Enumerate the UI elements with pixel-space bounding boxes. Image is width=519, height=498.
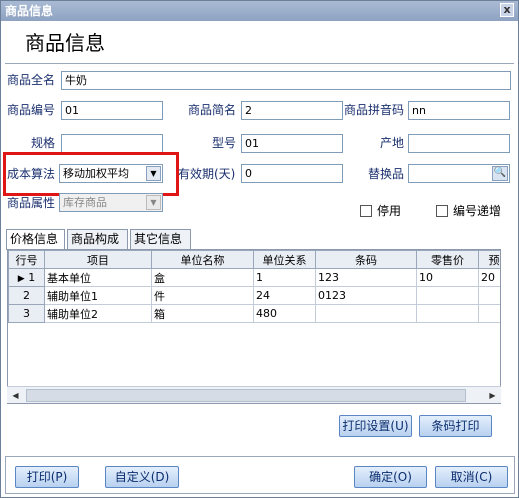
column-header[interactable]: 单位名称: [151, 250, 254, 269]
row-number: 1: [28, 271, 36, 284]
row-number-cell: 2: [8, 286, 45, 305]
column-header[interactable]: 预设: [478, 250, 500, 269]
spec-label: 规格: [31, 136, 56, 150]
barcode-cell[interactable]: 123: [315, 268, 417, 287]
item-cell[interactable]: 辅助单位1: [44, 286, 152, 305]
row-number-cell: 3: [8, 304, 45, 323]
confirm-button[interactable]: 确定(O): [354, 466, 427, 488]
full-name-input[interactable]: 牛奶: [61, 71, 511, 90]
unit-relation-cell[interactable]: 24: [253, 286, 316, 305]
preset-cell[interactable]: [478, 286, 500, 305]
title-bar: 商品信息 x: [1, 1, 518, 21]
pinyin-input[interactable]: nn: [408, 101, 510, 120]
model-label: 型号: [212, 136, 237, 150]
attribute-value: 库存商品: [63, 196, 107, 209]
code-input[interactable]: 01: [61, 101, 163, 120]
retail-price-cell[interactable]: [416, 304, 479, 323]
substitute-label: 替换品: [368, 167, 405, 181]
shelf-life-label: 有效期(天): [178, 167, 236, 181]
preset-cell[interactable]: [478, 304, 500, 323]
column-header[interactable]: 单位关系: [253, 250, 316, 269]
disable-label: 停用: [377, 204, 402, 218]
product-info-window: 商品信息 x 商品信息 商品全名 牛奶 商品编号 01 商品简名 2 商品拼音码…: [0, 0, 519, 498]
search-icon[interactable]: 🔍: [492, 166, 508, 181]
barcode-cell[interactable]: 0123: [315, 286, 417, 305]
column-header[interactable]: 项目: [44, 250, 152, 269]
substitute-input[interactable]: 🔍: [408, 164, 510, 183]
attribute-label: 商品属性: [7, 196, 56, 210]
code-increment-checkbox[interactable]: [436, 205, 448, 217]
tab-product-composition[interactable]: 商品构成: [67, 229, 128, 249]
column-header[interactable]: 条码: [315, 250, 417, 269]
retail-price-cell[interactable]: [416, 286, 479, 305]
shelf-life-input[interactable]: 0: [241, 164, 343, 183]
print-button[interactable]: 打印(P): [15, 466, 79, 488]
scroll-left-icon[interactable]: ◀: [7, 387, 24, 404]
barcode-cell[interactable]: [315, 304, 417, 323]
cancel-button[interactable]: 取消(C): [435, 466, 508, 488]
horizontal-scrollbar[interactable]: ◀ ▶: [7, 386, 501, 403]
unit-name-cell[interactable]: 件: [151, 286, 254, 305]
unit-relation-cell[interactable]: 480: [253, 304, 316, 323]
row-number-cell: ▶ 1: [8, 268, 45, 287]
scroll-right-icon[interactable]: ▶: [484, 387, 501, 404]
customize-button[interactable]: 自定义(D): [105, 466, 179, 488]
tab-other-info[interactable]: 其它信息: [130, 229, 191, 249]
table-header-row: 行号 项目 单位名称 单位关系 条码 零售价 预设: [8, 250, 500, 269]
spec-input[interactable]: [61, 134, 163, 153]
close-icon[interactable]: x: [500, 3, 514, 17]
unit-name-cell[interactable]: 盒: [151, 268, 254, 287]
unit-name-cell[interactable]: 箱: [151, 304, 254, 323]
price-table: 行号 项目 单位名称 单位关系 条码 零售价 预设 ▶ 1 基本单位 盒 1 1…: [8, 250, 500, 323]
retail-price-cell[interactable]: 10: [416, 268, 479, 287]
short-name-input[interactable]: 2: [241, 101, 343, 120]
window-title: 商品信息: [5, 4, 54, 18]
column-header[interactable]: 零售价: [416, 250, 479, 269]
origin-input[interactable]: [408, 134, 510, 153]
origin-label: 产地: [380, 136, 405, 150]
attribute-select[interactable]: 库存商品 ▼: [59, 193, 163, 212]
heading-divider: [5, 63, 514, 64]
current-row-arrow-icon: ▶: [17, 274, 25, 284]
price-grid[interactable]: 行号 项目 单位名称 单位关系 条码 零售价 预设 ▶ 1 基本单位 盒 1 1…: [7, 249, 501, 404]
full-name-label: 商品全名: [7, 73, 56, 87]
unit-relation-cell[interactable]: 1: [253, 268, 316, 287]
code-label: 商品编号: [7, 103, 56, 117]
item-cell[interactable]: 基本单位: [44, 268, 152, 287]
barcode-print-button[interactable]: 条码打印: [419, 415, 492, 437]
table-row[interactable]: ▶ 1 基本单位 盒 1 123 10 20: [8, 268, 500, 287]
table-row[interactable]: 2 辅助单位1 件 24 0123: [8, 286, 500, 305]
dropdown-arrow-icon[interactable]: ▼: [146, 195, 161, 210]
tab-price-info[interactable]: 价格信息: [6, 229, 65, 250]
preset-cell[interactable]: 20: [478, 268, 500, 287]
column-header[interactable]: 行号: [8, 250, 45, 269]
model-input[interactable]: 01: [241, 134, 343, 153]
disable-checkbox[interactable]: [360, 205, 372, 217]
code-increment-label: 编号递增: [453, 204, 502, 218]
pinyin-label: 商品拼音码: [344, 103, 405, 117]
highlight-box: [3, 152, 179, 196]
table-row[interactable]: 3 辅助单位2 箱 480: [8, 304, 500, 323]
print-settings-button[interactable]: 打印设置(U): [339, 415, 412, 437]
item-cell[interactable]: 辅助单位2: [44, 304, 152, 323]
scrollbar-thumb[interactable]: [26, 389, 466, 402]
short-name-label: 商品简名: [188, 103, 237, 117]
page-title: 商品信息: [25, 31, 105, 55]
